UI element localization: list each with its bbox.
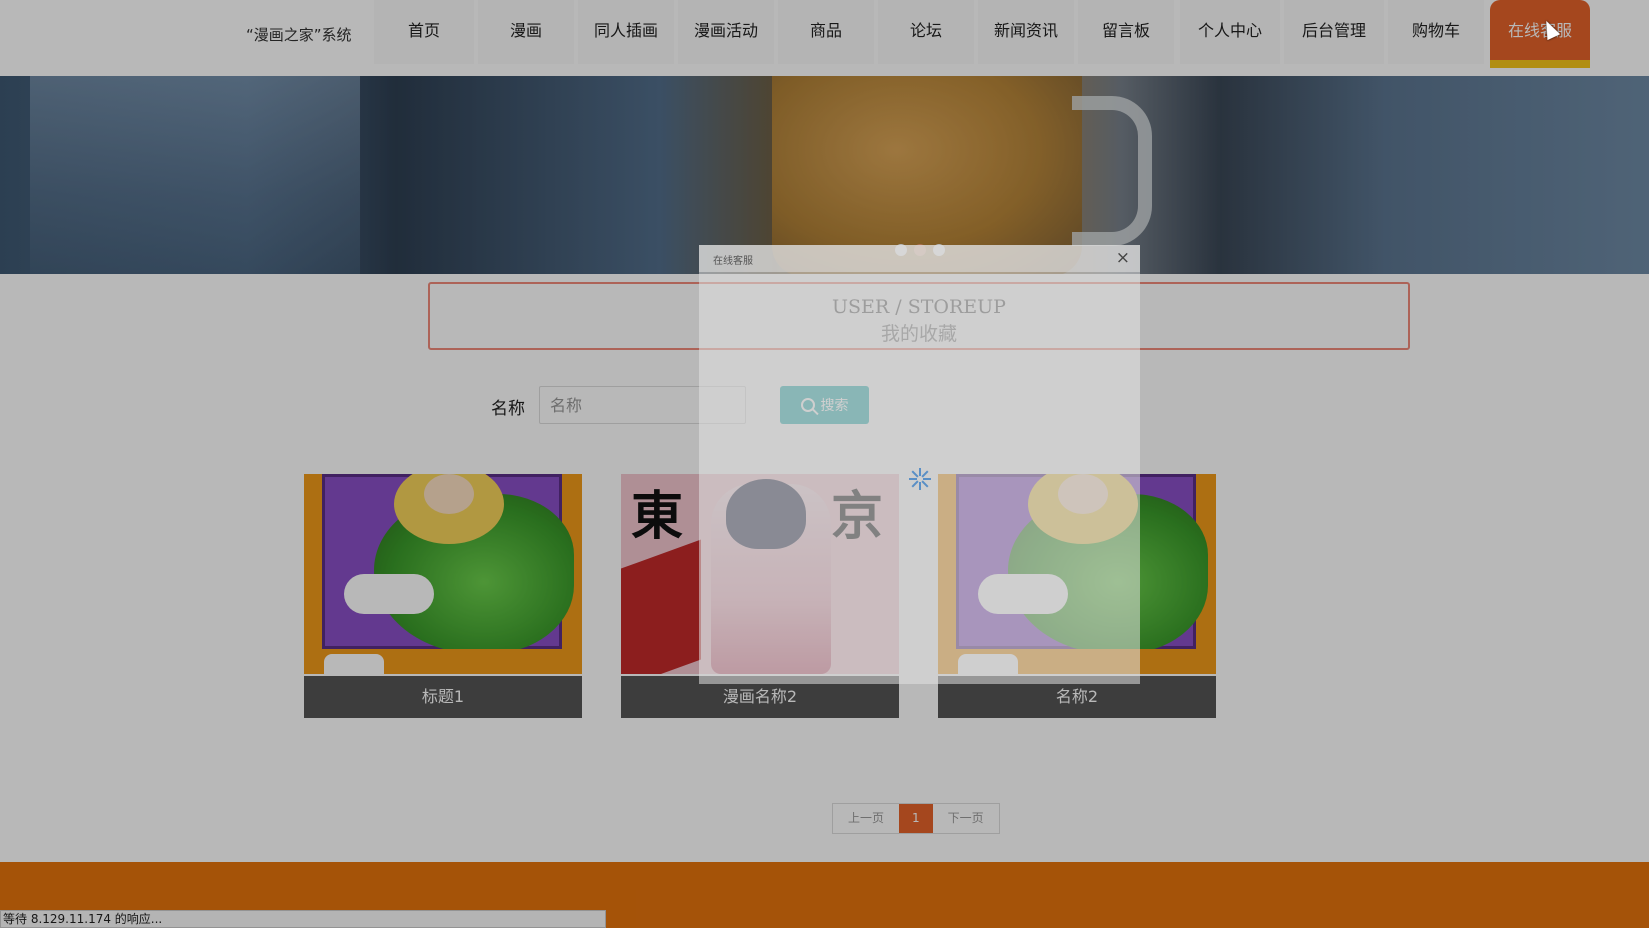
spinner-spoke [923,478,931,480]
loading-spinner-icon [908,467,932,491]
spinner-spoke [909,478,917,480]
spinner-spoke [921,470,929,478]
spinner-spoke [919,482,921,490]
spinner-spoke [911,470,919,478]
dialog-header[interactable]: 在线客服 × [699,245,1140,272]
spinner-spoke [911,480,919,488]
close-icon[interactable]: × [1116,248,1130,268]
dialog-title: 在线客服 [713,256,753,267]
spinner-spoke [919,468,921,476]
online-service-dialog: 在线客服 × [699,245,1140,684]
spinner-spoke [921,480,929,488]
